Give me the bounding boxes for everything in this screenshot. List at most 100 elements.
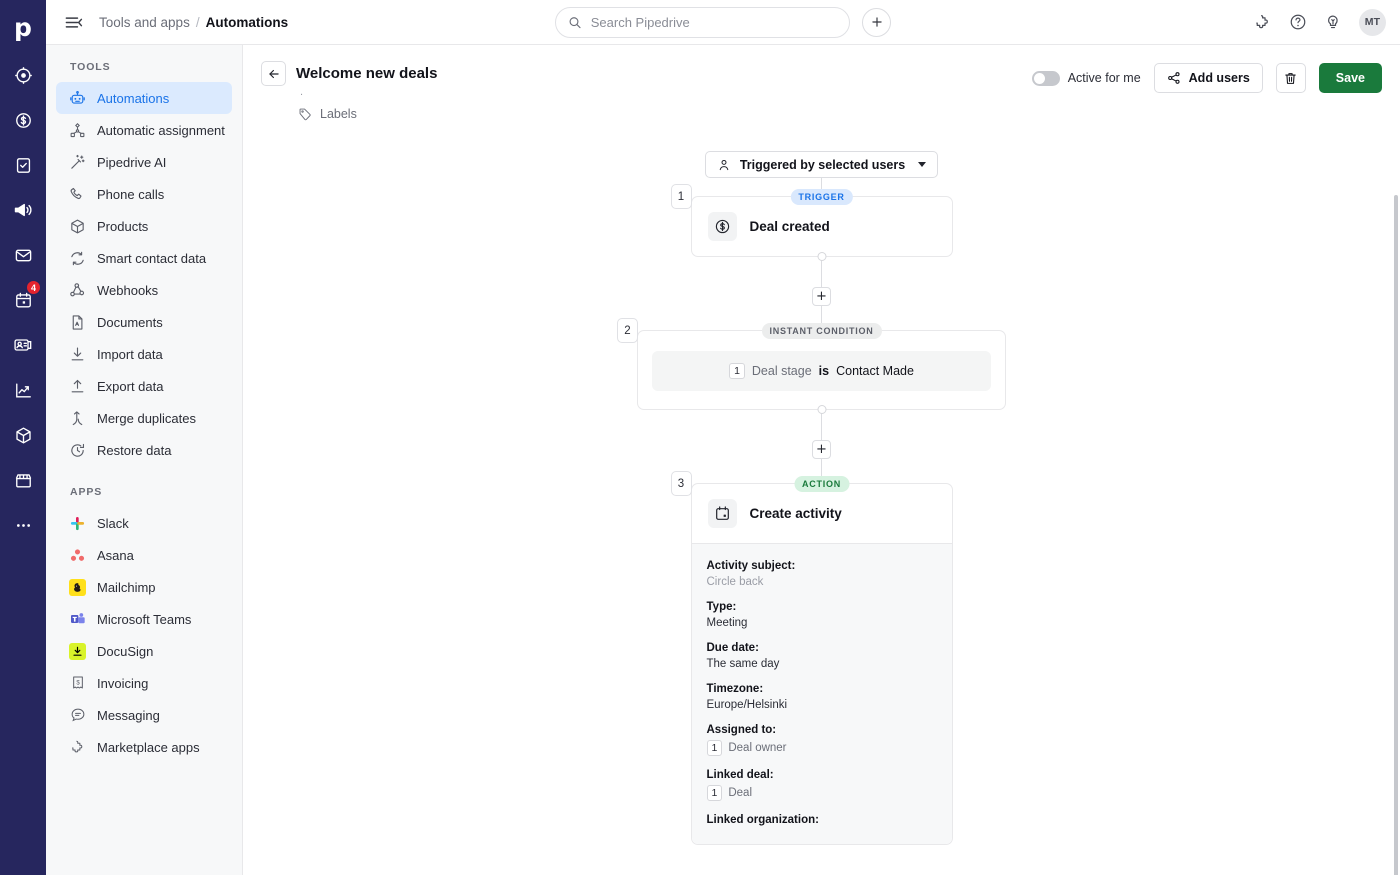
- field-label: Linked organization:: [706, 814, 819, 826]
- delete-automation-button[interactable]: [1275, 63, 1306, 93]
- add-new-button[interactable]: [862, 7, 891, 37]
- products-icon[interactable]: [6, 418, 40, 452]
- sidebar-item-label: Pipedrive AI: [97, 154, 167, 170]
- sidebar-item-asana[interactable]: Asana: [56, 539, 232, 571]
- step-3-wrapper: 3 ACTION Create activity Activity subjec…: [670, 471, 953, 845]
- breadcrumb-separator: /: [195, 14, 200, 30]
- canvas-scrollbar[interactable]: [1394, 195, 1398, 875]
- step-number: 2: [617, 318, 638, 343]
- sidebar-item-documents[interactable]: Documents: [56, 306, 232, 338]
- sidebar-item-messaging[interactable]: Messaging: [56, 699, 232, 731]
- save-label: Save: [1335, 71, 1365, 85]
- robot-icon: [69, 90, 86, 107]
- menu-toggle-icon[interactable]: [64, 13, 83, 32]
- calendar-icon[interactable]: 4: [6, 280, 41, 317]
- help-icon[interactable]: [1289, 13, 1307, 31]
- automation-flow: Triggered by selected users 1 TRIGGER De…: [243, 133, 1400, 875]
- sidebar-item-import-data[interactable]: Import data: [56, 338, 232, 370]
- top-bar-actions: MT: [1254, 8, 1386, 36]
- action-field: Due date: The same day: [707, 642, 937, 670]
- automation-title[interactable]: Welcome new deals: [296, 65, 437, 82]
- field-value: Circle back: [706, 576, 764, 588]
- contacts-icon[interactable]: [6, 328, 40, 362]
- add-step-button-1[interactable]: +: [812, 287, 831, 306]
- sidebar-item-invoicing[interactable]: $ Invoicing: [56, 667, 232, 699]
- condition-row[interactable]: 1 Deal stage is Contact Made: [652, 351, 991, 391]
- search-input[interactable]: [590, 14, 837, 30]
- sidebar-item-label: Smart contact data: [97, 250, 207, 266]
- sidebar-item-label: Marketplace apps: [97, 739, 200, 755]
- sidebar-item-automatic-assignment[interactable]: Automatic assignment: [56, 114, 232, 146]
- field-label: Assigned to:: [706, 724, 777, 736]
- add-step-button-2[interactable]: +: [812, 440, 831, 459]
- primary-nav-rail: p 4: [0, 0, 46, 875]
- sidebar-item-export-data[interactable]: Export data: [56, 370, 232, 402]
- action-node[interactable]: 3 ACTION Create activity Activity subjec…: [670, 471, 953, 845]
- field-label: Activity subject:: [706, 560, 796, 572]
- breadcrumb-parent[interactable]: Tools and apps: [99, 15, 190, 30]
- action-badge: ACTION: [794, 476, 849, 492]
- deals-icon[interactable]: [6, 103, 40, 137]
- condition-node[interactable]: 2 INSTANT CONDITION 1 Deal stage is Cont…: [617, 318, 1006, 414]
- trigger-scope-dropdown[interactable]: Triggered by selected users: [704, 151, 939, 178]
- labels-button[interactable]: Labels: [261, 107, 357, 121]
- field-value: Europe/Helsinki: [706, 699, 788, 711]
- sidebar-item-docusign[interactable]: DocuSign: [56, 635, 232, 667]
- user-avatar[interactable]: MT: [1359, 8, 1386, 36]
- whats-new-lightbulb-icon[interactable]: [1324, 13, 1342, 31]
- document-icon: [69, 314, 86, 331]
- top-bar: Tools and apps / Automations Search Pipe…: [46, 0, 1400, 45]
- mailchimp-icon: [69, 578, 86, 596]
- search-box[interactable]: [555, 6, 850, 38]
- plus-icon: [871, 17, 882, 27]
- automation-header: Welcome new deals . Labels Active for me: [243, 45, 1400, 133]
- marketplace-puzzle-icon[interactable]: [1254, 13, 1272, 31]
- sidebar-item-merge-duplicates[interactable]: Merge duplicates: [56, 402, 232, 434]
- restore-icon: [69, 442, 86, 459]
- sidebar-item-mailchimp[interactable]: Mailchimp: [56, 571, 232, 603]
- sidebar-item-label: Slack: [97, 515, 129, 531]
- connector-1-2-upper: [821, 257, 822, 287]
- sidebar-item-slack[interactable]: Slack: [56, 507, 232, 539]
- insights-icon[interactable]: [6, 373, 40, 407]
- sidebar-item-phone-calls[interactable]: Phone calls: [56, 178, 232, 210]
- save-button[interactable]: Save: [1318, 63, 1382, 93]
- action-field: Type: Meeting: [707, 601, 937, 629]
- sidebar-item-smart-contact-data[interactable]: Smart contact data: [56, 242, 232, 274]
- sidebar-item-restore-data[interactable]: Restore data: [56, 434, 232, 466]
- add-users-button[interactable]: Add users: [1153, 63, 1263, 93]
- sidebar-item-label: Automatic assignment: [97, 122, 225, 138]
- sidebar-item-automations[interactable]: Automations: [56, 82, 232, 114]
- sidebar-item-label: Products: [97, 218, 149, 234]
- trigger-scope-label: Triggered by selected users: [739, 157, 906, 172]
- campaigns-icon[interactable]: [6, 193, 40, 227]
- active-for-me-toggle[interactable]: [1031, 70, 1060, 86]
- sidebar-item-webhooks[interactable]: Webhooks: [56, 274, 232, 306]
- field-value: Meeting: [706, 617, 748, 629]
- trigger-node[interactable]: 1 TRIGGER Deal created: [670, 184, 953, 261]
- leads-icon[interactable]: [6, 58, 40, 92]
- back-button[interactable]: [261, 61, 286, 86]
- sidebar-item-label: Automations: [97, 90, 170, 106]
- sidebar-item-pipedrive-ai[interactable]: Pipedrive AI: [56, 146, 232, 178]
- action-field: Assigned to: 1 Deal owner: [706, 724, 937, 756]
- more-icon[interactable]: [6, 508, 40, 542]
- asana-icon: [69, 547, 86, 564]
- trigger-badge: TRIGGER: [790, 189, 853, 205]
- marketplace-icon[interactable]: [6, 463, 40, 497]
- pipedrive-logo[interactable]: p: [7, 10, 39, 44]
- field-value: 1 Deal owner: [706, 740, 937, 756]
- trash-icon: [1285, 72, 1297, 84]
- assignment-icon: [69, 122, 86, 139]
- automation-header-actions: Active for me Add users Save: [1031, 63, 1382, 93]
- activities-icon[interactable]: [6, 148, 40, 182]
- invoicing-icon: $: [69, 675, 86, 692]
- mail-icon[interactable]: [6, 238, 40, 272]
- app-root: p 4 Tools and apps / Automations Search …: [0, 0, 1400, 875]
- sidebar-item-products[interactable]: Products: [56, 210, 232, 242]
- sidebar-heading-tools: TOOLS: [70, 61, 111, 73]
- sidebar-item-microsoft-teams[interactable]: Microsoft Teams: [56, 603, 232, 635]
- sidebar-item-marketplace-apps[interactable]: Marketplace apps: [56, 731, 232, 763]
- sidebar-item-label: Messaging: [97, 707, 160, 723]
- deal-icon: [707, 212, 737, 241]
